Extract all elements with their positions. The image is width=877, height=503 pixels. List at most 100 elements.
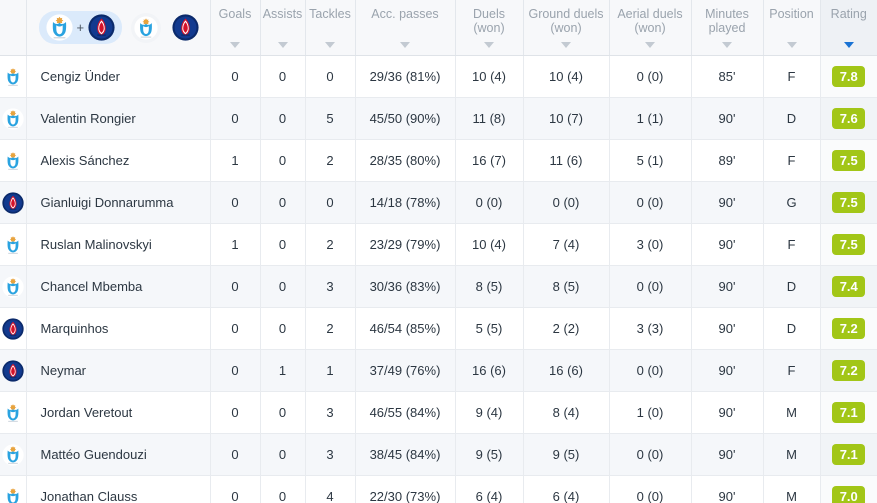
player-name: Jonathan Clauss xyxy=(26,475,211,503)
cell-tackles: 3 xyxy=(305,391,356,434)
cell-aerial-duels: 3 (0) xyxy=(609,223,692,266)
cell-position: M xyxy=(763,433,821,476)
cell-ground-duels: 8 (5) xyxy=(523,265,610,308)
psg-crest-icon xyxy=(172,14,199,41)
cell-assists: 0 xyxy=(260,475,306,503)
cell-rating: 7.0 xyxy=(820,475,877,503)
team-filter-psg[interactable] xyxy=(170,13,200,43)
table-row[interactable]: Mattéo Guendouzi 0 0 3 38/45 (84%) 9 (5) 9 (5)… xyxy=(0,433,877,476)
psg-crest-icon xyxy=(0,318,26,340)
cell-rating: 7.5 xyxy=(820,139,877,182)
cell-minutes: 90' xyxy=(691,223,764,266)
cell-minutes: 90' xyxy=(691,181,764,224)
cell-assists: 0 xyxy=(260,391,306,434)
marseille-crest-icon xyxy=(0,150,26,172)
header-label-minutes: Minutes xyxy=(705,7,749,21)
cell-ground-duels: 9 (5) xyxy=(523,433,610,476)
cell-tackles: 3 xyxy=(305,433,356,476)
cell-acc-passes: 23/29 (79%) xyxy=(355,223,456,266)
cell-ground-duels: 10 (7) xyxy=(523,97,610,140)
header-label-assists: Assists xyxy=(262,7,303,21)
header-cell-logo xyxy=(0,0,27,56)
rating-badge: 7.1 xyxy=(832,402,866,423)
header-label-position: Position xyxy=(769,7,814,21)
cell-ground-duels: 0 (0) xyxy=(523,181,610,224)
cell-tackles: 3 xyxy=(305,265,356,308)
marseille-crest-icon xyxy=(0,444,26,466)
marseille-crest-icon xyxy=(0,486,26,503)
cell-acc-passes: 30/36 (83%) xyxy=(355,265,456,308)
team-filter-both[interactable]: + xyxy=(38,11,123,44)
cell-position: D xyxy=(763,97,821,140)
cell-position: F xyxy=(763,139,821,182)
header-cell-ground-duels[interactable]: Ground duels (won) xyxy=(523,0,610,56)
table-row[interactable]: Ruslan Malinovskyi 1 0 2 23/29 (79%) 10 (4) 7 … xyxy=(0,223,877,266)
cell-aerial-duels: 0 (0) xyxy=(609,475,692,503)
cell-tackles: 0 xyxy=(305,55,356,98)
cell-aerial-duels: 0 (0) xyxy=(609,181,692,224)
cell-goals: 1 xyxy=(210,139,261,182)
rating-badge: 7.4 xyxy=(832,276,866,297)
row-team-crest xyxy=(0,55,27,98)
header-cell-goals[interactable]: Goals xyxy=(210,0,261,56)
cell-position: M xyxy=(763,475,821,503)
player-name: Cengiz Ünder xyxy=(26,55,211,98)
table-row[interactable]: Marquinhos 0 0 2 46/54 (85%) 5 (5) 2 (2) 3 (3) 9… xyxy=(0,307,877,350)
cell-tackles: 5 xyxy=(305,97,356,140)
table-row[interactable]: Jordan Veretout 0 0 3 46/55 (84%) 9 (4) 8 (4) 1… xyxy=(0,391,877,434)
table-row[interactable]: Chancel Mbemba 0 0 3 30/36 (83%) 8 (5) 8 (5) 0 … xyxy=(0,265,877,308)
team-filter-marseille[interactable] xyxy=(131,12,162,43)
header-cell-acc-passes[interactable]: Acc. passes xyxy=(355,0,456,56)
chevron-down-icon xyxy=(484,42,494,48)
table-row[interactable]: Gianluigi Donnarumma 0 0 0 14/18 (78%) 0 (0) 0… xyxy=(0,181,877,224)
header-cell-minutes-played[interactable]: Minutes played xyxy=(691,0,764,56)
cell-minutes: 90' xyxy=(691,97,764,140)
table-row[interactable]: Valentin Rongier 0 0 5 45/50 (90%) 11 (8) 10 (… xyxy=(0,97,877,140)
marseille-crest-icon xyxy=(0,234,26,256)
header-sublabel-minutes: played xyxy=(708,21,746,35)
player-name: Ruslan Malinovskyi xyxy=(26,223,211,266)
cell-position: G xyxy=(763,181,821,224)
rating-badge: 7.5 xyxy=(832,234,866,255)
header-cell-position[interactable]: Position xyxy=(763,0,821,56)
row-team-crest xyxy=(0,307,27,350)
player-name: Gianluigi Donnarumma xyxy=(26,181,211,224)
header-cell-rating[interactable]: Rating xyxy=(820,0,877,56)
cell-duels: 11 (8) xyxy=(455,97,524,140)
cell-tackles: 4 xyxy=(305,475,356,503)
cell-assists: 0 xyxy=(260,265,306,308)
plus-icon: + xyxy=(76,20,85,35)
row-team-crest xyxy=(0,475,27,503)
rating-badge: 7.0 xyxy=(832,486,866,503)
cell-tackles: 1 xyxy=(305,349,356,392)
header-cell-duels[interactable]: Duels (won) xyxy=(455,0,524,56)
cell-tackles: 2 xyxy=(305,223,356,266)
header-cell-assists[interactable]: Assists xyxy=(260,0,306,56)
chevron-down-icon xyxy=(722,42,732,48)
chevron-down-icon xyxy=(277,42,288,48)
table-row[interactable]: Cengiz Ünder 0 0 0 29/36 (81%) 10 (4) 10 (4) 0 … xyxy=(0,55,877,98)
chevron-down-icon xyxy=(645,42,655,48)
rating-badge: 7.6 xyxy=(832,108,866,129)
table-row[interactable]: Alexis Sánchez 1 0 2 28/35 (80%) 16 (7) 11 (6)… xyxy=(0,139,877,182)
cell-goals: 0 xyxy=(210,97,261,140)
table-body: Cengiz Ünder 0 0 0 29/36 (81%) 10 (4) 10 (4) 0 … xyxy=(0,55,877,503)
marseille-crest-icon xyxy=(0,108,26,130)
cell-goals: 0 xyxy=(210,55,261,98)
player-name: Chancel Mbemba xyxy=(26,265,211,308)
table-row[interactable]: Neymar 0 1 1 37/49 (76%) 16 (6) 16 (6) 0 (0) 90'… xyxy=(0,349,877,392)
cell-minutes: 90' xyxy=(691,391,764,434)
table-row[interactable]: Jonathan Clauss 0 0 4 22/30 (73%) 6 (4) 6 (4) 0… xyxy=(0,475,877,503)
cell-rating: 7.1 xyxy=(820,433,877,476)
rating-badge: 7.5 xyxy=(832,192,866,213)
cell-tackles: 0 xyxy=(305,181,356,224)
cell-assists: 0 xyxy=(260,223,306,266)
cell-tackles: 2 xyxy=(305,139,356,182)
header-cell-aerial-duels[interactable]: Aerial duels (won) xyxy=(609,0,692,56)
cell-minutes: 85' xyxy=(691,55,764,98)
marseille-crest-icon xyxy=(134,16,158,40)
cell-minutes: 90' xyxy=(691,265,764,308)
cell-aerial-duels: 1 (0) xyxy=(609,391,692,434)
cell-duels: 10 (4) xyxy=(455,55,524,98)
header-cell-tackles[interactable]: Tackles xyxy=(305,0,356,56)
